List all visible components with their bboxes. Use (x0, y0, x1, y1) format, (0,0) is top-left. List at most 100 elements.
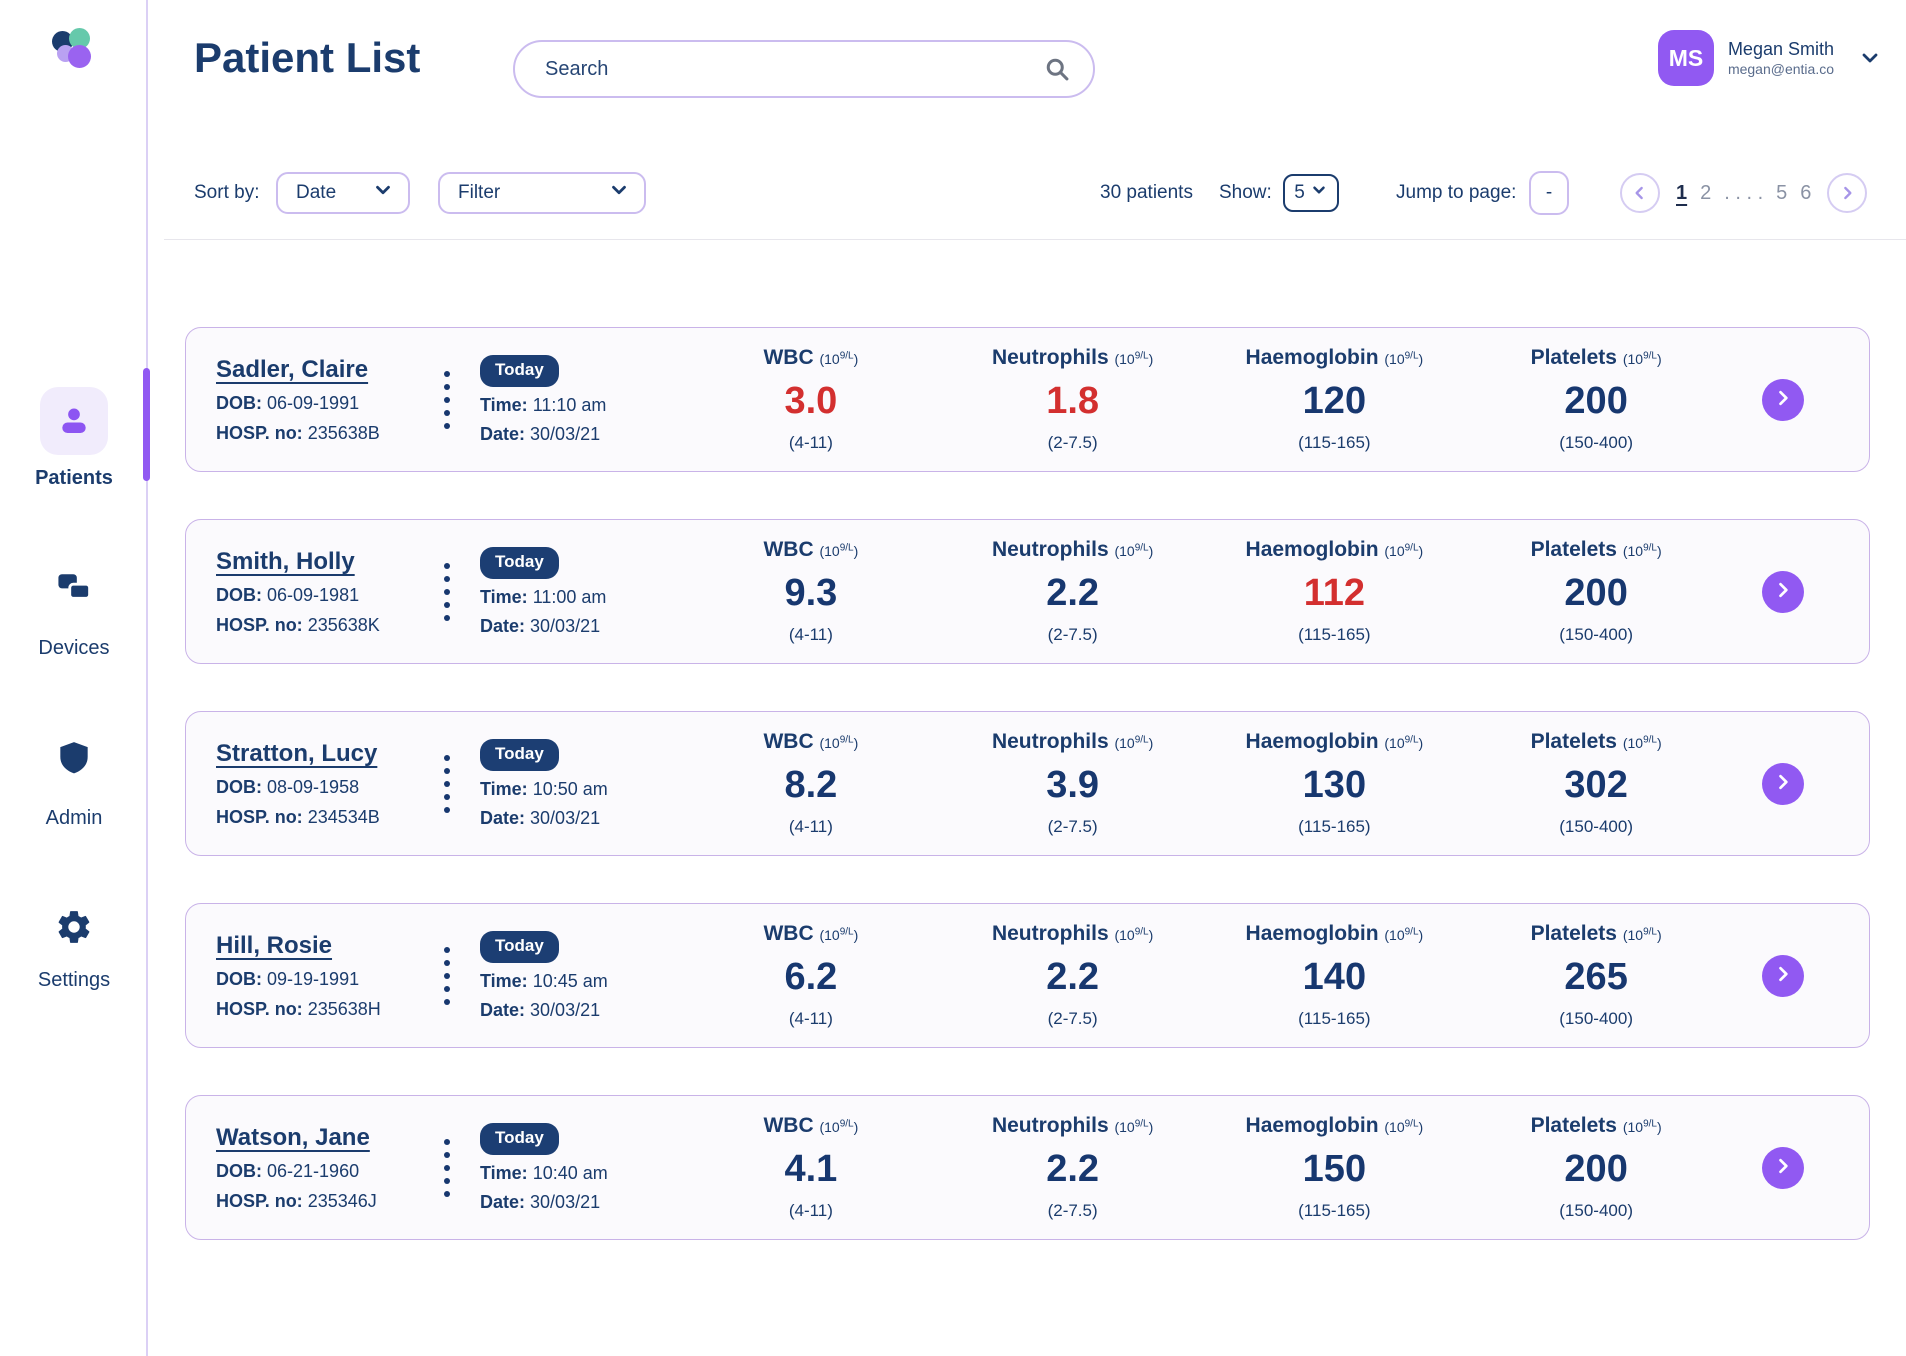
sidebar-item-label: Devices (38, 637, 110, 659)
metric-neutrophils: Neutrophils (109/L) 2.2 (2-7.5) (942, 538, 1204, 645)
patient-card: Smith, Holly DOB: 06-09-1981 HOSP. no: 2… (185, 519, 1870, 664)
time-label: Time: (480, 1162, 528, 1183)
patient-name-link[interactable]: Stratton, Lucy (216, 740, 377, 768)
metric-label: Haemoglobin (1245, 538, 1379, 561)
metric-label: Haemoglobin (1245, 346, 1379, 369)
metric-label: Platelets (1530, 538, 1617, 561)
metric-label: Haemoglobin (1245, 922, 1379, 945)
metric-wbc: WBC (109/L) 8.2 (4-11) (680, 730, 942, 837)
kebab-menu-icon[interactable] (434, 370, 460, 429)
metric-platelets: Platelets (109/L) 302 (150-400) (1465, 730, 1727, 837)
date-value: 30/03/21 (530, 807, 601, 828)
metric-label: WBC (763, 538, 814, 561)
metric-range: (2-7.5) (1047, 1201, 1098, 1220)
date-value: 30/03/21 (530, 1191, 601, 1212)
patient-name-link[interactable]: Watson, Jane (216, 1124, 370, 1152)
patient-identity: Sadler, Claire DOB: 06-09-1991 HOSP. no:… (216, 356, 434, 444)
sidebar-item-label: Patients (35, 467, 113, 489)
sidebar: Patients Devices Admin Settings (0, 0, 150, 1356)
kebab-menu-icon[interactable] (434, 946, 460, 1005)
sample-timing: Today Time: 10:40 am Date: 30/03/21 (480, 1122, 680, 1213)
open-patient-button[interactable] (1762, 1146, 1804, 1189)
next-page-button[interactable] (1827, 173, 1868, 213)
metric-wbc: WBC (109/L) 4.1 (4-11) (680, 1114, 942, 1221)
time-label: Time: (480, 778, 528, 799)
metric-range: (115-165) (1298, 817, 1371, 836)
page-number[interactable]: 1 (1676, 182, 1687, 205)
jump-to-page-label: Jump to page: (1396, 182, 1517, 203)
metric-value: 130 (1302, 764, 1367, 806)
metric-label: WBC (763, 730, 814, 753)
date-value: 30/03/21 (530, 423, 601, 444)
patient-name-link[interactable]: Hill, Rosie (216, 932, 332, 960)
person-icon (40, 387, 108, 455)
open-patient-button[interactable] (1762, 378, 1804, 421)
metric-platelets: Platelets (109/L) 200 (150-400) (1465, 1114, 1727, 1221)
show-label: Show: (1219, 182, 1272, 203)
patient-identity: Smith, Holly DOB: 06-09-1981 HOSP. no: 2… (216, 548, 434, 636)
sort-by-label: Sort by: (194, 182, 260, 203)
page-number[interactable]: 6 (1800, 182, 1811, 205)
sample-timing: Today Time: 10:45 am Date: 30/03/21 (480, 930, 680, 1021)
jump-to-page-input[interactable] (1529, 171, 1569, 215)
today-badge: Today (480, 354, 559, 387)
time-value: 10:45 am (532, 970, 608, 991)
date-value: 30/03/21 (530, 999, 601, 1020)
metric-unit: (109/L) (1622, 350, 1662, 367)
metric-range: (4-11) (788, 625, 833, 644)
date-label: Date: (480, 999, 526, 1020)
metric-haemoglobin: Haemoglobin (109/L) 112 (115-165) (1204, 538, 1466, 645)
filter-dropdown[interactable]: Filter (438, 172, 646, 214)
metric-value: 120 (1302, 380, 1367, 422)
time-value: 11:00 am (532, 586, 607, 607)
metric-label: Neutrophils (991, 538, 1109, 561)
metric-label: WBC (763, 922, 814, 945)
metric-value: 3.9 (1046, 764, 1100, 806)
open-patient-button[interactable] (1762, 570, 1804, 613)
hosp-no-value: 235638H (307, 998, 381, 1019)
kebab-menu-icon[interactable] (434, 1138, 460, 1197)
patient-name-link[interactable]: Smith, Holly (216, 548, 355, 576)
sample-timing: Today Time: 11:10 am Date: 30/03/21 (480, 354, 680, 445)
prev-page-button[interactable] (1620, 173, 1660, 213)
open-patient-button[interactable] (1762, 954, 1804, 997)
show-per-page-select[interactable]: 5 (1283, 174, 1339, 212)
sort-dropdown[interactable]: Date (276, 172, 410, 214)
patient-list: Sadler, Claire DOB: 06-09-1991 HOSP. no:… (185, 327, 1870, 1287)
sidebar-item-admin[interactable]: Admin (0, 738, 148, 830)
sidebar-item-patients[interactable]: Patients (0, 387, 148, 490)
metric-unit: (109/L) (1622, 734, 1662, 751)
time-label: Time: (480, 586, 528, 607)
metric-range: (150-400) (1559, 1009, 1633, 1028)
metric-unit: (109/L) (1622, 542, 1662, 559)
kebab-menu-icon[interactable] (434, 562, 460, 621)
metric-range: (150-400) (1559, 1201, 1633, 1220)
patient-count: 30 patients (1100, 182, 1193, 203)
page-number[interactable]: 2 (1700, 182, 1711, 205)
sort-value: Date (296, 182, 337, 203)
sidebar-item-devices[interactable]: Devices (0, 570, 148, 660)
metric-range: (2-7.5) (1047, 1009, 1098, 1028)
page-number[interactable]: 5 (1776, 182, 1787, 205)
pagination: 1 2 . . . . 5 6 (1620, 168, 1868, 218)
hosp-no-value: 235638K (307, 614, 380, 635)
metric-unit: (109/L) (1114, 542, 1154, 559)
chevron-down-icon[interactable] (1858, 46, 1882, 70)
chevron-right-icon (1773, 580, 1793, 603)
user-menu[interactable]: MS Megan Smith megan@entia.co (1657, 30, 1882, 86)
sidebar-item-settings[interactable]: Settings (0, 908, 148, 992)
dob-label: DOB: (216, 776, 262, 797)
search-icon[interactable] (1043, 55, 1071, 83)
metric-value: 2.2 (1046, 1148, 1100, 1190)
metric-neutrophils: Neutrophils (109/L) 1.8 (2-7.5) (942, 346, 1204, 453)
today-badge: Today (480, 546, 559, 579)
sample-timing: Today Time: 11:00 am Date: 30/03/21 (480, 546, 680, 637)
metric-label: Haemoglobin (1245, 1114, 1379, 1137)
patient-name-link[interactable]: Sadler, Claire (216, 356, 368, 384)
search-input[interactable] (515, 57, 1043, 81)
metric-value: 9.3 (784, 572, 838, 614)
metric-unit: (109/L) (819, 734, 859, 751)
kebab-menu-icon[interactable] (434, 754, 460, 813)
open-patient-button[interactable] (1762, 762, 1804, 805)
chevron-right-icon (1773, 964, 1793, 987)
